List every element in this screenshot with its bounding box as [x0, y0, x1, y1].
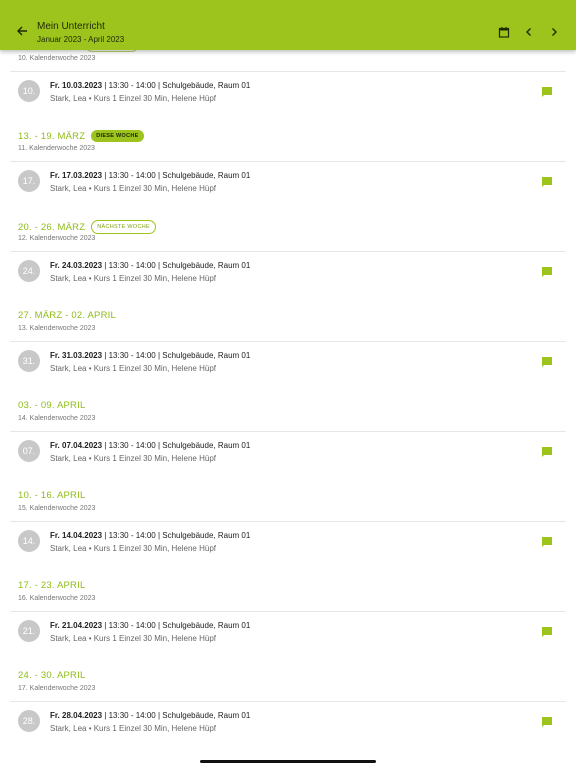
divider [10, 341, 566, 342]
lesson-entry[interactable]: 10. Fr. 10.03.2023 | 13:30 - 14:00 | Sch… [0, 73, 576, 109]
week-header: 24. - 30. APRIL [18, 670, 85, 681]
week-header: 13. - 19. MÄRZ DIESE WOCHE [18, 130, 144, 142]
lesson-details: | 13:30 - 14:00 | Schulgebäude, Raum 01 [102, 351, 251, 360]
page-subtitle: Januar 2023 - April 2023 [37, 35, 125, 44]
lesson-entry[interactable]: 14. Fr. 14.04.2023 | 13:30 - 14:00 | Sch… [0, 523, 576, 559]
lesson-line2: Stark, Lea • Kurs 1 Einzel 30 Min, Helen… [50, 94, 216, 103]
comment-icon[interactable] [541, 266, 553, 278]
week-title: 27. MÄRZ - 02. APRIL [18, 310, 116, 321]
chevron-right-icon[interactable] [544, 22, 564, 42]
lesson-entry[interactable]: 24. Fr. 24.03.2023 | 13:30 - 14:00 | Sch… [0, 253, 576, 289]
week-title: 17. - 23. APRIL [18, 580, 86, 591]
lesson-line2: Stark, Lea • Kurs 1 Einzel 30 Min, Helen… [50, 274, 216, 283]
this-week-badge: DIESE WOCHE [91, 130, 144, 142]
lesson-details: | 13:30 - 14:00 | Schulgebäude, Raum 01 [102, 171, 251, 180]
lesson-line1: Fr. 07.04.2023 | 13:30 - 14:00 | Schulge… [50, 441, 250, 450]
lesson-line1: Fr. 14.04.2023 | 13:30 - 14:00 | Schulge… [50, 531, 250, 540]
day-circle: 17. [18, 170, 40, 192]
next-week-badge: NÄCHSTE WOCHE [91, 220, 157, 234]
lesson-date: Fr. 07.04.2023 [50, 441, 103, 450]
week-title: 03. - 09. APRIL [18, 400, 86, 411]
lesson-line1: Fr. 28.04.2023 | 13:30 - 14:00 | Schulge… [50, 711, 250, 720]
week-title: 10. - 16. APRIL [18, 490, 86, 501]
week-subtitle: 17. Kalenderwoche 2023 [18, 685, 96, 692]
lesson-line1: Fr. 10.03.2023 | 13:30 - 14:00 | Schulge… [50, 81, 250, 90]
divider [10, 611, 566, 612]
week-subtitle: 15. Kalenderwoche 2023 [18, 505, 96, 512]
day-circle: 31. [18, 350, 40, 372]
day-circle: 24. [18, 260, 40, 282]
comment-icon[interactable] [541, 86, 553, 98]
lesson-date: Fr. 24.03.2023 [50, 261, 103, 270]
lesson-line2: Stark, Lea • Kurs 1 Einzel 30 Min, Helen… [50, 544, 216, 553]
lesson-details: | 13:30 - 14:00 | Schulgebäude, Raum 01 [102, 441, 251, 450]
day-circle: 21. [18, 620, 40, 642]
chevron-left-icon[interactable] [519, 22, 539, 42]
divider [10, 431, 566, 432]
week-header: 27. MÄRZ - 02. APRIL [18, 310, 116, 321]
divider [10, 521, 566, 522]
lesson-details: | 13:30 - 14:00 | Schulgebäude, Raum 01 [102, 621, 251, 630]
lesson-entry[interactable]: 28. Fr. 28.04.2023 | 13:30 - 14:00 | Sch… [0, 703, 576, 739]
comment-icon[interactable] [541, 716, 553, 728]
lesson-line1: Fr. 24.03.2023 | 13:30 - 14:00 | Schulge… [50, 261, 250, 270]
week-header: 17. - 23. APRIL [18, 580, 85, 591]
comment-icon[interactable] [541, 446, 553, 458]
week-subtitle: 12. Kalenderwoche 2023 [18, 235, 96, 242]
day-circle: 14. [18, 530, 40, 552]
week-header: 03. - 09. APRIL [18, 400, 85, 411]
lesson-entry[interactable]: 17. Fr. 17.03.2023 | 13:30 - 14:00 | Sch… [0, 163, 576, 199]
lesson-line1: Fr. 31.03.2023 | 13:30 - 14:00 | Schulge… [50, 351, 250, 360]
week-header: 10. - 16. APRIL [18, 490, 85, 501]
week-subtitle: 11. Kalenderwoche 2023 [18, 145, 95, 152]
divider [10, 251, 566, 252]
lesson-line2: Stark, Lea • Kurs 1 Einzel 30 Min, Helen… [50, 184, 216, 193]
week-header: 20. - 26. MÄRZ NÄCHSTE WOCHE [18, 220, 157, 234]
week-subtitle: 10. Kalenderwoche 2023 [18, 55, 96, 62]
week-subtitle: 14. Kalenderwoche 2023 [18, 415, 96, 422]
lesson-date: Fr. 14.04.2023 [50, 531, 103, 540]
lesson-line2: Stark, Lea • Kurs 1 Einzel 30 Min, Helen… [50, 454, 216, 463]
week-subtitle: 16. Kalenderwoche 2023 [18, 595, 96, 602]
lesson-entry[interactable]: 07. Fr. 07.04.2023 | 13:30 - 14:00 | Sch… [0, 433, 576, 469]
home-indicator[interactable] [200, 760, 376, 763]
week-title: 13. - 19. MÄRZ [18, 130, 86, 142]
lesson-date: Fr. 31.03.2023 [50, 351, 103, 360]
lesson-entry[interactable]: 31. Fr. 31.03.2023 | 13:30 - 14:00 | Sch… [0, 343, 576, 379]
comment-icon[interactable] [541, 176, 553, 188]
lesson-date: Fr. 10.03.2023 [50, 81, 103, 90]
divider [10, 71, 566, 72]
lesson-line2: Stark, Lea • Kurs 1 Einzel 30 Min, Helen… [50, 724, 216, 733]
comment-icon[interactable] [541, 356, 553, 368]
arrow-back-icon[interactable] [12, 21, 32, 41]
calendar-icon[interactable] [494, 22, 514, 42]
divider [10, 701, 566, 702]
lesson-date: Fr. 21.04.2023 [50, 621, 103, 630]
app-bar: Mein Unterricht Januar 2023 - April 2023 [0, 0, 576, 50]
lesson-entry[interactable]: 21. Fr. 21.04.2023 | 13:30 - 14:00 | Sch… [0, 613, 576, 649]
lesson-line2: Stark, Lea • Kurs 1 Einzel 30 Min, Helen… [50, 634, 216, 643]
comment-icon[interactable] [541, 626, 553, 638]
lesson-details: | 13:30 - 14:00 | Schulgebäude, Raum 01 [102, 261, 251, 270]
day-circle: 10. [18, 80, 40, 102]
week-title: 24. - 30. APRIL [18, 670, 86, 681]
lesson-line1: Fr. 17.03.2023 | 13:30 - 14:00 | Schulge… [50, 171, 250, 180]
lesson-line2: Stark, Lea • Kurs 1 Einzel 30 Min, Helen… [50, 364, 216, 373]
lesson-details: | 13:30 - 14:00 | Schulgebäude, Raum 01 [102, 81, 251, 90]
week-title: 20. - 26. MÄRZ [18, 221, 86, 233]
lesson-date: Fr. 28.04.2023 [50, 711, 103, 720]
divider [10, 161, 566, 162]
page-title: Mein Unterricht [37, 21, 105, 32]
day-circle: 28. [18, 710, 40, 732]
lesson-details: | 13:30 - 14:00 | Schulgebäude, Raum 01 [102, 711, 251, 720]
comment-icon[interactable] [541, 536, 553, 548]
lesson-line1: Fr. 21.04.2023 | 13:30 - 14:00 | Schulge… [50, 621, 250, 630]
day-circle: 07. [18, 440, 40, 462]
lesson-date: Fr. 17.03.2023 [50, 171, 103, 180]
app-bar-titles: Mein Unterricht Januar 2023 - April 2023 [37, 21, 124, 46]
week-subtitle: 13. Kalenderwoche 2023 [18, 325, 96, 332]
lesson-details: | 13:30 - 14:00 | Schulgebäude, Raum 01 [102, 531, 251, 540]
